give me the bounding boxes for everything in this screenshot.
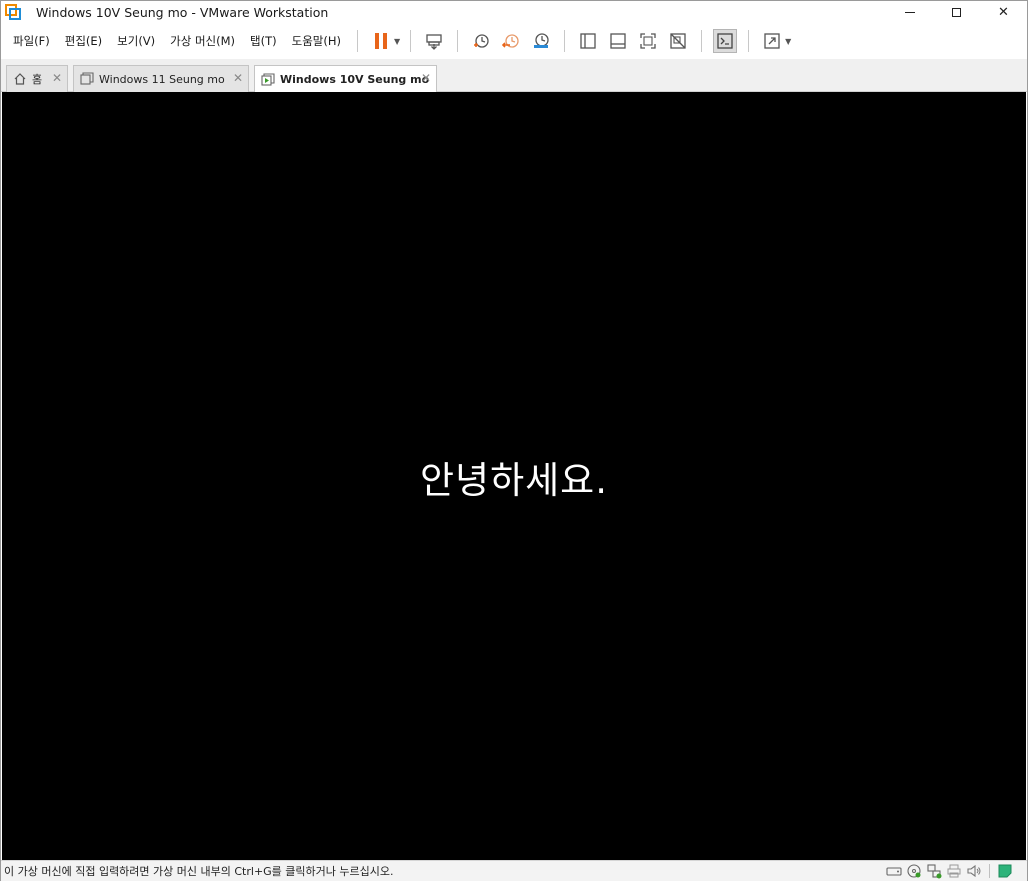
- menu-edit[interactable]: 편집(E): [58, 23, 109, 59]
- message-log-icon[interactable]: [997, 863, 1013, 879]
- tab-close-icon[interactable]: ✕: [52, 71, 62, 85]
- take-snapshot-button[interactable]: [469, 29, 493, 53]
- pause-button[interactable]: [369, 29, 393, 53]
- home-icon: [13, 72, 27, 86]
- minimize-icon: [904, 11, 915, 13]
- maximize-icon: [952, 7, 961, 17]
- status-bar: 이 가상 머신에 직접 입력하려면 가상 머신 내부의 Ctrl+G를 클릭하거…: [1, 860, 1027, 881]
- vm-running-icon: [261, 72, 275, 87]
- vm-icon: [80, 72, 94, 86]
- menu-file[interactable]: 파일(F): [6, 23, 57, 59]
- send-ctrl-alt-del-icon: [426, 34, 442, 50]
- tab-label: 홈: [32, 73, 43, 86]
- close-button[interactable]: ✕: [980, 1, 1027, 23]
- toolbar-separator: [356, 30, 358, 52]
- full-screen-icon: [640, 33, 656, 49]
- guest-greeting-text: 안녕하세요.: [420, 459, 608, 502]
- printer-icon[interactable]: [946, 863, 962, 879]
- device-status-icons: [886, 863, 1013, 879]
- toolbar-separator: [457, 30, 459, 52]
- network-icon[interactable]: [926, 863, 942, 879]
- vm-console-screen[interactable]: 안녕하세요.: [2, 92, 1026, 860]
- vmware-logo-icon: [5, 4, 21, 20]
- library-view-icon: [580, 33, 596, 49]
- tab-strip: 홈 ✕ Windows 11 Seung mo ✕ Windows 10V Se…: [1, 59, 1027, 93]
- toolbar-separator: [564, 30, 566, 52]
- tab-label: Windows 10V Seung mo: [280, 73, 430, 86]
- window-title: Windows 10V Seung mo - VMware Workstatio…: [36, 4, 329, 20]
- maximize-button[interactable]: [933, 1, 980, 23]
- minimize-button[interactable]: [886, 1, 933, 23]
- menu-vm[interactable]: 가상 머신(M): [163, 23, 242, 59]
- revert-snapshot-button[interactable]: [499, 29, 523, 53]
- snapshot-manager-icon: [534, 33, 549, 48]
- snapshot-take-icon: [474, 34, 489, 48]
- vmware-window: Windows 10V Seung mo - VMware Workstatio…: [0, 0, 1028, 881]
- library-view-button[interactable]: [576, 29, 600, 53]
- status-message: 이 가상 머신에 직접 입력하려면 가상 머신 내부의 Ctrl+G를 클릭하거…: [4, 865, 394, 878]
- full-screen-button[interactable]: [636, 29, 660, 53]
- status-separator: [989, 864, 990, 878]
- unity-button[interactable]: [666, 29, 690, 53]
- tab-windows-11[interactable]: Windows 11 Seung mo ✕: [73, 65, 249, 92]
- thumbnail-bar-button[interactable]: [606, 29, 630, 53]
- thumbnail-bar-icon: [610, 33, 626, 49]
- menu-view[interactable]: 보기(V): [110, 23, 162, 59]
- console-view-icon: [717, 33, 733, 49]
- toolbar-separator: [748, 30, 750, 52]
- toolbar-separator: [410, 30, 412, 52]
- console-view-button[interactable]: [713, 29, 738, 53]
- menu-tabs[interactable]: 탭(T): [243, 23, 284, 59]
- snapshot-manager-button[interactable]: [529, 29, 553, 53]
- power-dropdown-icon[interactable]: ▼: [394, 37, 400, 46]
- window-controls: ✕: [886, 1, 1027, 23]
- tab-home[interactable]: 홈 ✕: [6, 65, 68, 92]
- tab-close-icon[interactable]: ✕: [233, 71, 243, 85]
- menu-toolbar-bar: 파일(F) 편집(E) 보기(V) 가상 머신(M) 탭(T) 도움말(H) ▼: [1, 23, 1027, 59]
- cd-dvd-icon[interactable]: [906, 863, 922, 879]
- toolbar-separator: [701, 30, 703, 52]
- hard-disk-icon[interactable]: [886, 863, 902, 879]
- sound-icon[interactable]: [966, 863, 982, 879]
- title-bar[interactable]: Windows 10V Seung mo - VMware Workstatio…: [1, 1, 1027, 23]
- tab-windows-10v[interactable]: Windows 10V Seung mo ✕: [254, 65, 437, 93]
- pause-icon: [374, 33, 387, 49]
- send-ctrl-alt-del-button[interactable]: [422, 29, 446, 53]
- unity-icon: [670, 33, 686, 49]
- tab-label: Windows 11 Seung mo: [99, 72, 225, 86]
- stretch-guest-icon: [764, 33, 780, 49]
- snapshot-revert-icon: [502, 34, 519, 48]
- stretch-guest-button[interactable]: [760, 29, 784, 53]
- tab-close-icon[interactable]: ✕: [421, 71, 431, 85]
- menu-help[interactable]: 도움말(H): [285, 23, 348, 59]
- stretch-dropdown-icon[interactable]: ▼: [785, 37, 791, 46]
